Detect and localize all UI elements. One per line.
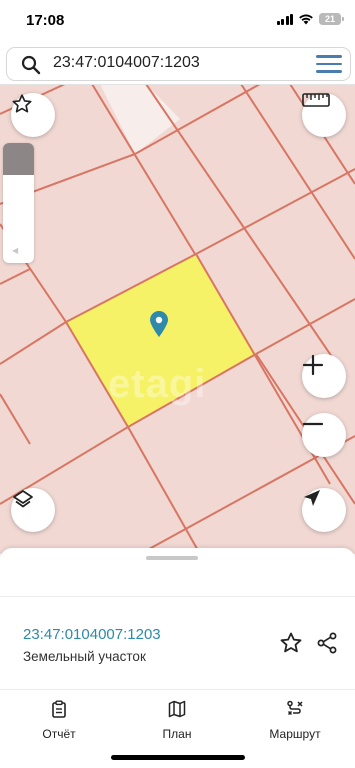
zoom-out-button[interactable]: [302, 413, 346, 457]
sheet-drag-handle[interactable]: [146, 556, 198, 560]
favorite-map-button[interactable]: [11, 93, 55, 137]
opacity-slider-fill: [3, 143, 34, 176]
star-outline-icon: [12, 94, 32, 113]
road-area: [100, 84, 180, 154]
map-icon: [168, 700, 186, 718]
status-bar: 17:08 21: [0, 0, 355, 42]
hamburger-menu-icon[interactable]: [316, 55, 342, 73]
plus-icon: [302, 354, 324, 376]
map-canvas[interactable]: [0, 84, 355, 554]
search-icon[interactable]: [21, 55, 41, 75]
opacity-slider[interactable]: ◀: [3, 143, 34, 263]
status-time: 17:08: [26, 12, 65, 29]
clipboard-icon: [52, 700, 66, 718]
locate-button[interactable]: [302, 488, 346, 532]
minus-icon: [302, 422, 324, 426]
search-input[interactable]: 23:47:0104007:1203: [6, 47, 351, 81]
share-icon[interactable]: [315, 631, 339, 655]
zoom-in-button[interactable]: [302, 354, 346, 398]
opacity-slider-handle[interactable]: ◀: [12, 246, 18, 255]
layers-button[interactable]: [11, 488, 55, 532]
cadastral-map[interactable]: etagi ◀: [0, 84, 355, 554]
watermark: etagi: [108, 362, 207, 406]
divider: [0, 689, 355, 690]
layers-icon: [13, 490, 33, 508]
status-icons: 21: [276, 13, 344, 25]
cellular-signal-icon: [276, 13, 293, 25]
battery-icon: 21: [319, 13, 344, 25]
search-bar: 23:47:0104007:1203: [0, 42, 355, 85]
home-indicator: [111, 755, 245, 760]
nav-report-label: Отчёт: [42, 727, 76, 741]
nav-plan-label: План: [162, 727, 192, 741]
parcel-info-sheet: 23:47:0104007:1203 Земельный участок Отч…: [0, 548, 355, 768]
search-query-text[interactable]: 23:47:0104007:1203: [53, 54, 200, 72]
ruler-icon: [302, 93, 330, 107]
app-screen: 17:08 21 23:47:0104007:1203 etagi ◀ 23:4…: [0, 0, 355, 768]
nav-route[interactable]: Маршрут: [245, 700, 345, 743]
divider: [0, 596, 355, 597]
star-outline-icon[interactable]: [279, 631, 303, 655]
ruler-button[interactable]: [302, 93, 346, 137]
navigation-arrow-icon: [304, 490, 320, 506]
nav-report[interactable]: Отчёт: [9, 700, 109, 743]
parcel-type: Земельный участок: [23, 649, 146, 664]
parcel-number-link[interactable]: 23:47:0104007:1203: [23, 626, 161, 643]
wifi-icon: [299, 14, 313, 25]
route-icon: [287, 700, 303, 716]
nav-route-label: Маршрут: [269, 727, 321, 741]
nav-plan[interactable]: План: [127, 700, 227, 743]
